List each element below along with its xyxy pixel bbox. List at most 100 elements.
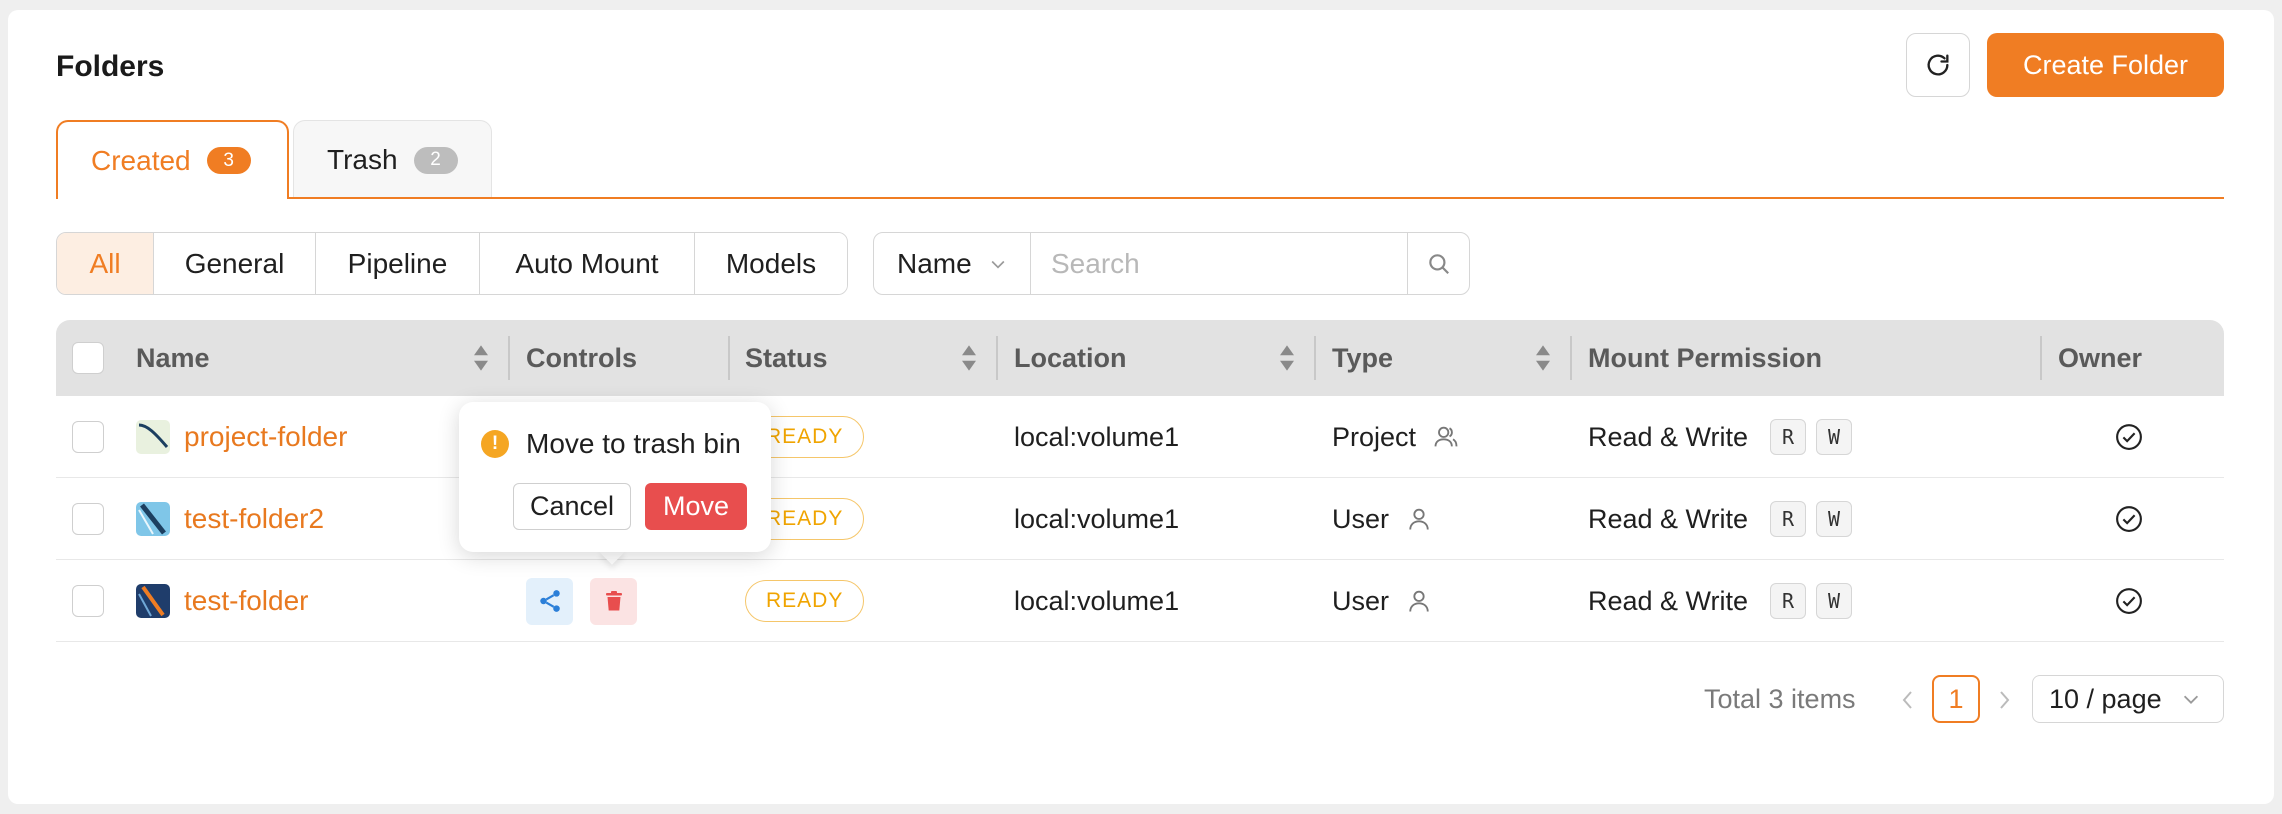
check-circle-icon: [2116, 588, 2142, 614]
row-checkbox[interactable]: [72, 585, 104, 617]
table-header: Name Controls Status Location Type Mount…: [56, 320, 2224, 396]
table-row: project-folder READY local:volume1 Proje…: [56, 396, 2224, 478]
type-cell: User: [1332, 478, 1433, 560]
filter-general[interactable]: General: [153, 233, 315, 294]
sort-icon[interactable]: [960, 344, 978, 372]
cancel-button[interactable]: Cancel: [513, 483, 631, 530]
column-controls: Controls: [526, 342, 637, 373]
controls-cell: [526, 560, 637, 642]
chevron-right-icon[interactable]: [1992, 684, 2016, 716]
column-mount-permission: Mount Permission: [1588, 342, 1823, 373]
status-cell: READY: [745, 560, 865, 642]
folder-name-link[interactable]: test-folder: [184, 585, 309, 617]
popconfirm-title: Move to trash bin: [526, 428, 741, 459]
share-icon: [539, 590, 560, 612]
read-permission-key: R: [1770, 419, 1807, 455]
column-location[interactable]: Location: [1014, 320, 1127, 396]
page-size-select[interactable]: 10 / page: [2032, 675, 2224, 723]
user-icon: [1409, 508, 1429, 530]
delete-button[interactable]: [590, 577, 637, 625]
count-badge: 2: [413, 146, 458, 174]
count-badge: 3: [206, 147, 251, 174]
permission-cell: Read & Write R W: [1588, 396, 1853, 478]
permission-cell: Read & Write R W: [1588, 478, 1853, 560]
write-permission-key: W: [1816, 583, 1853, 619]
page-title: Folders: [56, 50, 165, 83]
column-divider: [728, 336, 730, 380]
permission-cell: Read & Write R W: [1588, 560, 1853, 642]
refresh-icon: [1927, 54, 1949, 76]
owner-cell: [2114, 396, 2144, 478]
search-field-value: Name: [897, 247, 972, 279]
row-checkbox[interactable]: [72, 503, 104, 535]
chevron-left-icon[interactable]: [1896, 684, 1920, 716]
refresh-button[interactable]: [1906, 33, 1970, 97]
share-button[interactable]: [526, 577, 573, 625]
permission-label: Read & Write: [1588, 585, 1749, 616]
folder-name-link[interactable]: project-folder: [184, 421, 347, 453]
check-circle-icon: [2116, 506, 2142, 532]
type-cell: User: [1332, 560, 1433, 642]
location-cell: local:volume1: [1014, 421, 1180, 452]
type-label: User: [1332, 585, 1390, 616]
user-folder-icon: [136, 502, 170, 536]
column-name[interactable]: Name: [136, 320, 210, 396]
users-icon: [1434, 426, 1458, 447]
chevron-down-icon: [991, 260, 1005, 269]
filter-all[interactable]: All: [57, 233, 153, 294]
table-row: test-folder2 READY local:volume1 User Re…: [56, 478, 2224, 560]
owner-cell: [2114, 478, 2144, 560]
name-cell: test-folder2: [136, 478, 324, 560]
tab-label: Trash: [327, 144, 398, 175]
location-cell: local:volume1: [1014, 503, 1180, 534]
user-icon: [1409, 590, 1429, 612]
permission-label: Read & Write: [1588, 503, 1749, 534]
column-divider: [508, 336, 510, 380]
user-folder-icon: [136, 584, 170, 618]
page-size-value: 10 / page: [2049, 683, 2162, 714]
search-field-select[interactable]: Name: [874, 233, 1031, 294]
search-group: Name: [873, 232, 1470, 295]
move-button[interactable]: Move: [645, 483, 747, 530]
type-cell: Project: [1332, 396, 1460, 478]
tab-trash[interactable]: Trash 2: [293, 120, 492, 199]
filter-auto-mount[interactable]: Auto Mount: [479, 233, 694, 294]
move-to-trash-popconfirm: ! Move to trash bin Cancel Move: [459, 402, 771, 552]
trash-icon: [605, 591, 622, 611]
type-label: Project: [1332, 421, 1417, 452]
column-divider: [996, 336, 998, 380]
column-divider: [1314, 336, 1316, 380]
tab-created[interactable]: Created 3: [56, 120, 289, 199]
status-badge: READY: [745, 580, 865, 622]
filter-pipeline[interactable]: Pipeline: [315, 233, 479, 294]
create-folder-button[interactable]: Create Folder: [1987, 33, 2224, 97]
filter-models[interactable]: Models: [694, 233, 847, 294]
name-cell: project-folder: [136, 396, 347, 478]
column-type[interactable]: Type: [1332, 320, 1393, 396]
permission-label: Read & Write: [1588, 421, 1749, 452]
write-permission-key: W: [1816, 419, 1853, 455]
read-permission-key: R: [1770, 501, 1807, 537]
search-icon: [1428, 253, 1449, 274]
read-permission-key: R: [1770, 583, 1807, 619]
name-cell: test-folder: [136, 560, 309, 642]
sort-icon[interactable]: [1278, 344, 1296, 372]
write-permission-key: W: [1816, 501, 1853, 537]
folder-name-link[interactable]: test-folder2: [184, 503, 324, 535]
warning-icon: !: [481, 430, 509, 458]
folder-type-filter: All General Pipeline Auto Mount Models: [56, 232, 848, 295]
column-status[interactable]: Status: [745, 320, 828, 396]
column-divider: [1570, 336, 1572, 380]
owner-cell: [2114, 560, 2144, 642]
tab-label: Created: [91, 144, 191, 176]
sort-icon[interactable]: [472, 344, 490, 372]
table-row: test-folder READY local:volume1 User Rea…: [56, 560, 2224, 642]
total-items: Total 3 items: [1704, 684, 1856, 714]
search-button[interactable]: [1408, 233, 1469, 294]
tabs-underline: [56, 197, 2224, 199]
sort-icon[interactable]: [1534, 344, 1552, 372]
select-all-checkbox[interactable]: [72, 342, 104, 374]
row-checkbox[interactable]: [72, 421, 104, 453]
search-input[interactable]: [1031, 233, 1408, 294]
page-1-button[interactable]: 1: [1932, 675, 1980, 723]
